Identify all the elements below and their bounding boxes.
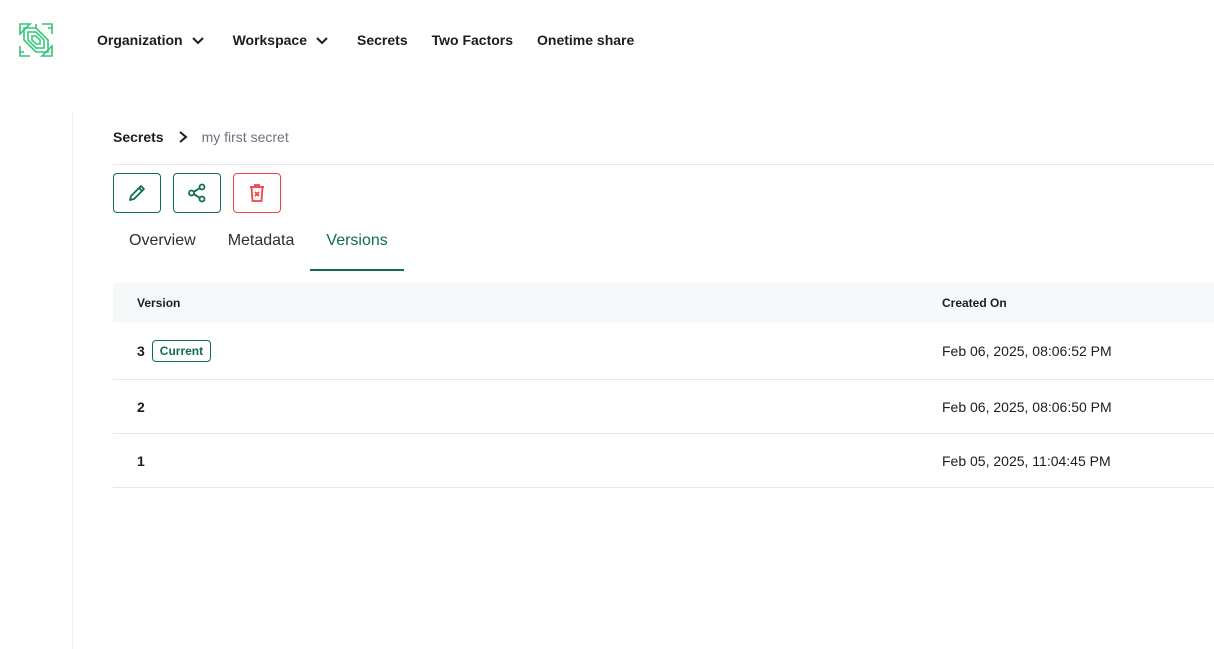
table-row[interactable]: 3 Current Feb 06, 2025, 08:06:52 PM — [113, 323, 1214, 380]
nav-organization-label: Organization — [97, 32, 183, 48]
nav-organization[interactable]: Organization — [97, 32, 205, 48]
table-row[interactable]: 2 Feb 06, 2025, 08:06:50 PM — [113, 380, 1214, 434]
chevron-right-icon — [178, 131, 188, 143]
share-icon — [188, 183, 206, 203]
table-header: Version Created On — [113, 283, 1214, 323]
tab-overview[interactable]: Overview — [113, 224, 212, 271]
version-cell: 3 Current — [137, 340, 212, 362]
table-row[interactable]: 1 Feb 05, 2025, 11:04:45 PM — [113, 434, 1214, 488]
version-number: 3 — [137, 343, 145, 359]
delete-button[interactable] — [233, 173, 281, 213]
chevron-down-icon — [316, 37, 328, 45]
nav-secrets[interactable]: Secrets — [357, 32, 408, 48]
sidebar-divider — [72, 112, 73, 649]
maze-logo-icon[interactable] — [18, 22, 54, 58]
top-navbar: Organization Workspace Secrets Two Facto… — [0, 0, 1214, 80]
breadcrumb-current: my first secret — [201, 129, 289, 145]
versions-table: Version Created On 3 Current Feb 06, 202… — [113, 283, 1214, 488]
created-on-cell: Feb 06, 2025, 08:06:50 PM — [942, 398, 1112, 415]
edit-button[interactable] — [113, 173, 161, 213]
version-cell: 2 — [137, 399, 145, 415]
share-button[interactable] — [173, 173, 221, 213]
column-header-created-on[interactable]: Created On — [942, 296, 1007, 310]
trash-icon — [250, 184, 264, 202]
version-number: 2 — [137, 398, 145, 415]
nav-onetime-share[interactable]: Onetime share — [537, 32, 634, 48]
tab-metadata[interactable]: Metadata — [212, 224, 311, 271]
nav-two-factors[interactable]: Two Factors — [432, 32, 513, 48]
current-badge: Current — [151, 340, 212, 362]
tab-bar: Overview Metadata Versions — [113, 224, 404, 271]
pencil-icon — [129, 185, 145, 201]
version-cell: 1 — [137, 453, 145, 469]
breadcrumb: Secrets my first secret — [113, 128, 289, 146]
breadcrumb-secrets-link[interactable]: Secrets — [113, 129, 164, 145]
divider — [113, 164, 1214, 165]
action-toolbar — [113, 173, 293, 213]
nav-workspace[interactable]: Workspace — [233, 32, 329, 48]
tab-versions[interactable]: Versions — [310, 224, 404, 271]
chevron-down-icon — [191, 37, 204, 45]
column-header-version[interactable]: Version — [137, 296, 180, 310]
created-on-cell: Feb 06, 2025, 08:06:52 PM — [942, 343, 1112, 359]
main-nav: Organization Workspace Secrets Two Facto… — [97, 30, 658, 50]
version-number: 1 — [137, 452, 145, 469]
nav-workspace-label: Workspace — [232, 32, 308, 48]
created-on-cell: Feb 05, 2025, 11:04:45 PM — [942, 452, 1111, 469]
